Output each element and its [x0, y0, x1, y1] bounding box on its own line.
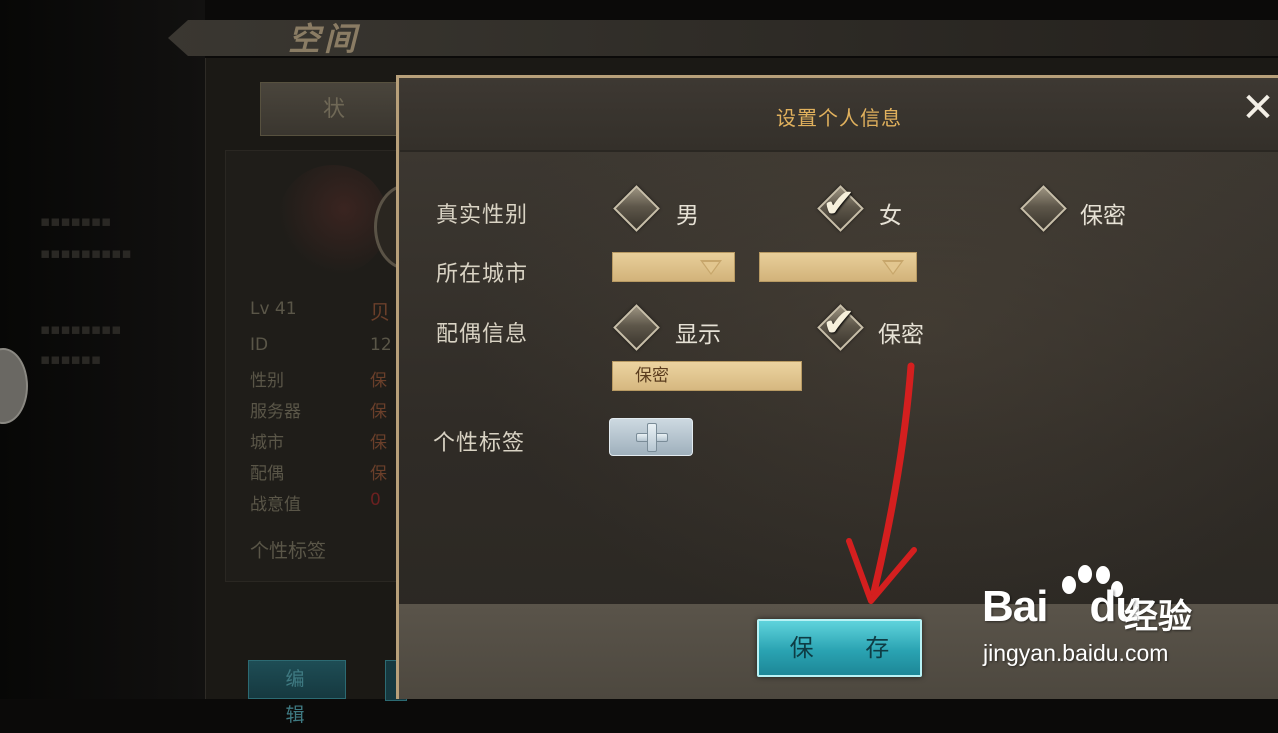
watermark-url: jingyan.baidu.com: [983, 640, 1169, 666]
watermark-cn: 经验: [1124, 597, 1192, 637]
watermark-brand: Bai du: [982, 582, 1142, 631]
